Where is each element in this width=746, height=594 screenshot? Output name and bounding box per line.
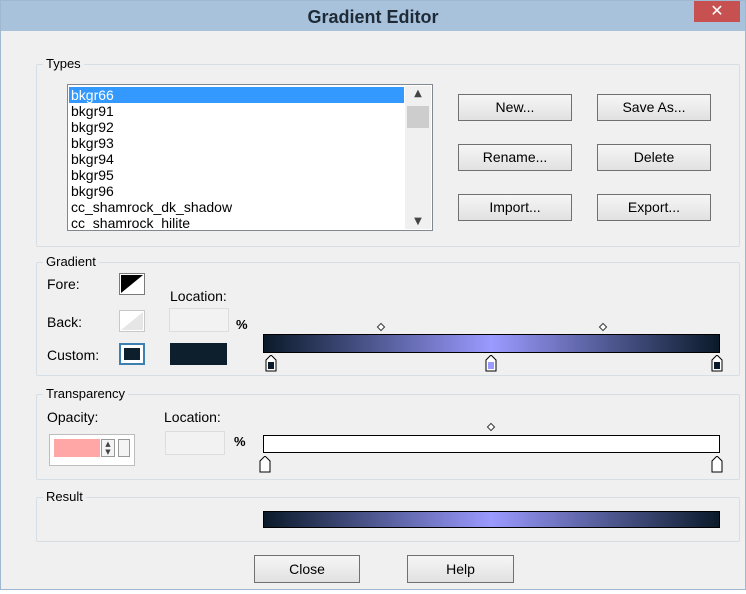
scroll-up-icon[interactable]: ▲ bbox=[405, 88, 431, 99]
back-swatch[interactable] bbox=[119, 310, 145, 332]
import-button[interactable]: Import... bbox=[458, 194, 572, 221]
list-item[interactable]: cc_shamrock_dk_shadow bbox=[69, 199, 404, 215]
transparency-label: Transparency bbox=[43, 386, 128, 401]
rename-button[interactable]: Rename... bbox=[458, 144, 572, 171]
back-label: Back: bbox=[47, 314, 83, 330]
list-item[interactable]: bkgr91 bbox=[69, 103, 404, 119]
title-bar[interactable]: Gradient Editor ✕ bbox=[1, 1, 745, 31]
custom-label: Custom: bbox=[47, 347, 100, 363]
export-button[interactable]: Export... bbox=[597, 194, 711, 221]
save-as-button[interactable]: Save As... bbox=[597, 94, 711, 121]
transparency-location-label: Location: bbox=[164, 409, 221, 425]
scroll-down-icon[interactable]: ▼ bbox=[405, 216, 431, 227]
gradient-label: Gradient bbox=[43, 254, 99, 269]
opacity-color-swatch bbox=[54, 439, 100, 457]
fore-color-icon bbox=[121, 275, 143, 293]
transparency-stop-icon[interactable] bbox=[259, 456, 271, 473]
result-label: Result bbox=[43, 489, 86, 504]
list-item[interactable]: bkgr92 bbox=[69, 119, 404, 135]
list-scrollbar[interactable]: ▲ ▼ bbox=[405, 86, 431, 229]
transparency-stop-icon[interactable] bbox=[711, 456, 723, 473]
gradient-stop-icon[interactable] bbox=[711, 355, 723, 372]
help-button[interactable]: Help bbox=[407, 555, 514, 583]
list-item[interactable]: bkgr96 bbox=[69, 183, 404, 199]
scroll-thumb[interactable] bbox=[407, 106, 429, 128]
opacity-spin-arrows[interactable]: ▲ ▼ bbox=[101, 439, 115, 457]
close-button[interactable]: Close bbox=[254, 555, 360, 583]
opacity-spinner[interactable]: ▲ ▼ bbox=[49, 434, 135, 466]
new-button[interactable]: New... bbox=[458, 94, 572, 121]
list-item[interactable]: bkgr95 bbox=[69, 167, 404, 183]
list-item[interactable]: bkgr94 bbox=[69, 151, 404, 167]
opacity-label: Opacity: bbox=[47, 409, 99, 425]
gradient-editor-dialog: Gradient Editor ✕ Types bkgr66 bkgr91 bk… bbox=[0, 0, 746, 590]
types-label: Types bbox=[43, 56, 84, 71]
types-list[interactable]: bkgr66 bkgr91 bkgr92 bkgr93 bkgr94 bkgr9… bbox=[67, 84, 433, 231]
gradient-location-field[interactable] bbox=[169, 308, 229, 332]
transparency-bar[interactable] bbox=[263, 435, 720, 453]
list-item[interactable]: cc_shamrock_hilite bbox=[69, 215, 404, 230]
transparency-percent-label: % bbox=[234, 434, 246, 449]
result-preview-bar bbox=[263, 511, 720, 528]
gradient-location-label: Location: bbox=[170, 288, 227, 304]
back-color-icon bbox=[121, 312, 143, 330]
opacity-dropdown-icon[interactable] bbox=[118, 439, 130, 457]
gradient-stop-icon[interactable] bbox=[485, 355, 497, 372]
custom-swatch[interactable] bbox=[119, 343, 145, 365]
dialog-title: Gradient Editor bbox=[307, 7, 439, 27]
custom-color-icon bbox=[124, 348, 140, 360]
fore-label: Fore: bbox=[47, 276, 80, 292]
gradient-bar[interactable] bbox=[263, 334, 720, 353]
custom-color-well[interactable] bbox=[170, 343, 227, 365]
list-item[interactable]: bkgr66 bbox=[69, 87, 404, 103]
fore-swatch[interactable] bbox=[119, 273, 145, 295]
list-item[interactable]: bkgr93 bbox=[69, 135, 404, 151]
close-icon[interactable]: ✕ bbox=[694, 1, 740, 22]
gradient-stop-icon[interactable] bbox=[265, 355, 277, 372]
transparency-location-field[interactable] bbox=[165, 431, 225, 455]
delete-button[interactable]: Delete bbox=[597, 144, 711, 171]
gradient-percent-label: % bbox=[236, 317, 248, 332]
